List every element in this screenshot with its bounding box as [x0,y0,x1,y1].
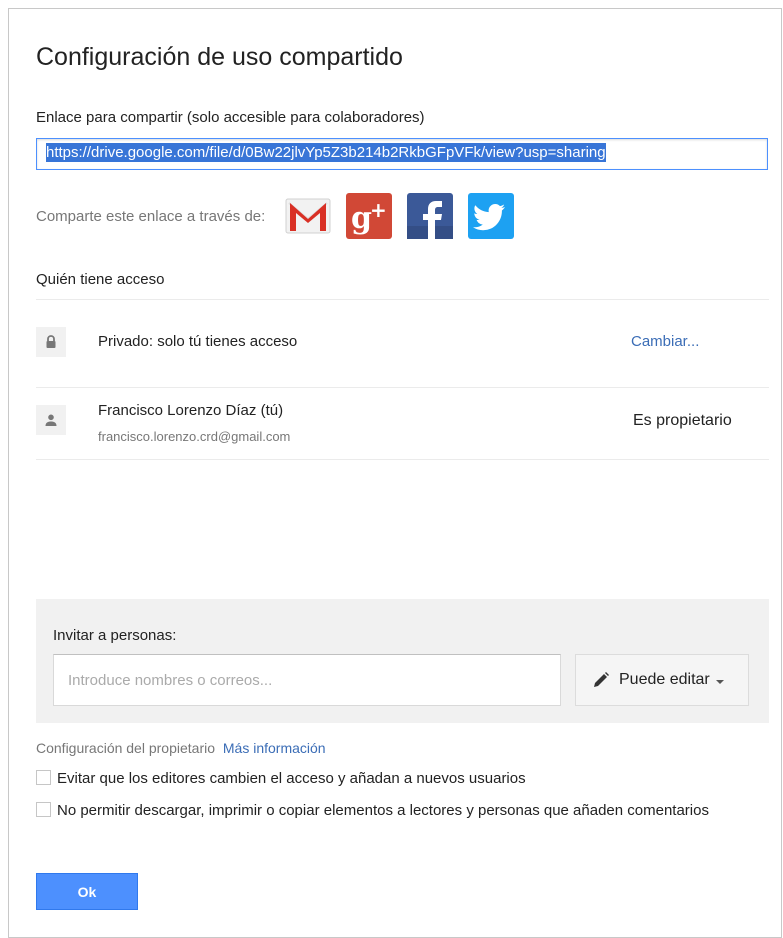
pencil-icon [594,672,609,687]
disable-download-option[interactable]: No permitir descargar, imprimir o copiar… [36,799,736,823]
owner-settings-label: Configuración del propietario [36,740,215,756]
share-link-field[interactable]: https://drive.google.com/file/d/0Bw22jlv… [36,138,768,170]
share-via-row: Comparte este enlace a través de: g + [36,191,529,241]
permission-dropdown[interactable]: Puede editar [575,654,749,706]
svg-text:+: + [370,198,387,222]
owner-email: francisco.lorenzo.crd@gmail.com [98,429,291,444]
disable-download-checkbox[interactable] [36,802,51,817]
divider [36,459,769,460]
svg-text:g: g [351,201,372,236]
more-info-link[interactable]: Más información [223,740,326,756]
owner-name: Francisco Lorenzo Díaz (tú) [98,402,284,419]
person-icon [36,405,66,435]
facebook-icon[interactable] [407,193,454,239]
twitter-icon[interactable] [468,193,515,239]
dialog-title: Configuración de uso compartido [36,43,403,71]
gmail-icon[interactable] [285,193,331,239]
who-has-access-heading: Quién tiene acceso [36,271,165,288]
permission-label: Puede editar [619,671,710,688]
invite-input[interactable]: Introduce nombres o correos... [53,654,561,706]
disable-download-label: No permitir descargar, imprimir o copiar… [57,802,709,819]
prevent-editors-checkbox[interactable] [36,770,51,785]
chevron-down-icon [715,680,724,684]
lock-icon [36,327,66,357]
owner-settings: Configuración del propietario Más inform… [36,740,326,756]
prevent-editors-option[interactable]: Evitar que los editores cambien el acces… [36,767,736,791]
share-link-url: https://drive.google.com/file/d/0Bw22jlv… [46,143,606,162]
owner-role: Es propietario [633,412,732,429]
prevent-editors-label: Evitar que los editores cambien el acces… [57,770,526,787]
change-access-link[interactable]: Cambiar... [631,333,699,350]
divider [36,299,769,300]
sharing-dialog: Configuración de uso compartido Enlace p… [8,8,782,938]
share-via-label: Comparte este enlace a través de: [36,207,266,225]
invite-panel: Invitar a personas: Introduce nombres o … [36,599,769,723]
ok-button[interactable]: Ok [36,873,138,910]
invite-label: Invitar a personas: [53,627,177,644]
share-link-label: Enlace para compartir (solo accesible pa… [36,109,425,126]
google-plus-icon[interactable]: g + [346,193,393,239]
private-access-text: Privado: solo tú tienes acceso [98,333,298,350]
divider [36,387,769,388]
